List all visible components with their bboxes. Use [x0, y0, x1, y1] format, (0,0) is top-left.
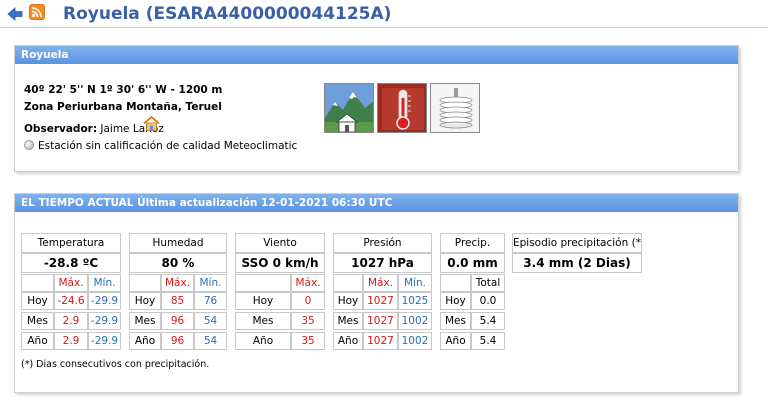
- row-label-ano: Año: [129, 332, 161, 350]
- pressure-max-hoy: 1027: [363, 292, 398, 310]
- humidity-current: 80 %: [129, 253, 227, 273]
- row-label-ano: Año: [333, 332, 363, 350]
- row-label-hoy: Hoy: [440, 292, 471, 310]
- precip-total-header: Total: [471, 274, 505, 292]
- humidity-max-hoy: 85: [161, 292, 194, 310]
- humidity-max-header: Máx.: [161, 274, 194, 292]
- pressure-max-mes: 1027: [363, 312, 398, 330]
- wind-max-mes: 35: [291, 312, 325, 330]
- quality-dot-icon: [24, 140, 34, 150]
- current-weather-title: EL TIEMPO ACTUAL Última actualización 12…: [15, 194, 738, 212]
- temperature-min-hoy: -29.9: [88, 292, 121, 310]
- empty-cell: [440, 274, 471, 292]
- pressure-current: 1027 hPa: [333, 253, 432, 273]
- precip-total-ano: 5.4: [471, 332, 505, 350]
- temperature-min-mes: -29.9: [88, 312, 121, 330]
- row-label-mes: Mes: [21, 312, 54, 330]
- row-label-hoy: Hoy: [129, 292, 161, 310]
- humidity-min-ano: 54: [194, 332, 227, 350]
- temperature-max-hoy: -24.6: [54, 292, 88, 310]
- row-label-mes: Mes: [235, 312, 291, 330]
- pressure-min-ano: 1002: [398, 332, 432, 350]
- pressure-max-ano: 1027: [363, 332, 398, 350]
- quality-status: Estación sin calificación de calidad Met…: [24, 140, 297, 152]
- precip-label: Precip.: [440, 233, 505, 253]
- precip-total-mes: 5.4: [471, 312, 505, 330]
- radiation-shield-image[interactable]: [430, 83, 480, 133]
- temperature-min-header: Mín.: [88, 274, 121, 292]
- humidity-label: Humedad: [129, 233, 227, 253]
- thermometer-image[interactable]: [377, 83, 427, 133]
- temperature-max-mes: 2.9: [54, 312, 88, 330]
- quality-text: Estación sin calificación de calidad Met…: [38, 140, 298, 152]
- row-label-mes: Mes: [129, 312, 161, 330]
- temperature-max-header: Máx.: [54, 274, 88, 292]
- pressure-min-hoy: 1025: [398, 292, 432, 310]
- wind-max-hoy: 0: [291, 292, 325, 310]
- episode-label: Episodio precipitación (*): [512, 233, 642, 253]
- row-label-ano: Año: [21, 332, 54, 350]
- mountain-house-image[interactable]: [324, 83, 374, 133]
- pressure-min-mes: 1002: [398, 312, 432, 330]
- station-panel-title: Royuela: [15, 46, 738, 64]
- empty-cell: [235, 274, 291, 292]
- header-divider: [0, 27, 768, 28]
- wind-label: Viento: [235, 233, 325, 253]
- temperature-min-ano: -29.9: [88, 332, 121, 350]
- home-icon[interactable]: [143, 115, 160, 131]
- rss-feed-icon[interactable]: [29, 4, 45, 20]
- page-header: Royuela (ESARA4400000044125A): [0, 0, 768, 30]
- row-label-mes: Mes: [333, 312, 363, 330]
- row-label-hoy: Hoy: [235, 292, 291, 310]
- arrow-left-icon[interactable]: [7, 6, 23, 22]
- wind-max-ano: 35: [291, 332, 325, 350]
- temperature-max-ano: 2.9: [54, 332, 88, 350]
- row-label-ano: Año: [235, 332, 291, 350]
- observer-label: Observador:: [24, 123, 98, 135]
- row-label-ano: Año: [440, 332, 471, 350]
- episode-value: 3.4 mm (2 Dias): [512, 253, 642, 273]
- precip-current: 0.0 mm: [440, 253, 505, 273]
- page-title: Royuela (ESARA4400000044125A): [63, 4, 392, 24]
- humidity-max-mes: 96: [161, 312, 194, 330]
- temperature-label: Temperatura: [21, 233, 121, 253]
- empty-cell: [333, 274, 363, 292]
- station-zone: Zona Periurbana Montaña, Teruel: [24, 101, 222, 113]
- current-weather-panel: EL TIEMPO ACTUAL Última actualización 12…: [14, 193, 739, 393]
- humidity-min-hoy: 76: [194, 292, 227, 310]
- temperature-current: -28.8 ºC: [21, 253, 121, 273]
- empty-cell: [129, 274, 161, 292]
- humidity-min-header: Mín.: [194, 274, 227, 292]
- station-panel: Royuela 40º 22' 5'' N 1º 30' 6'' W - 120…: [14, 45, 739, 172]
- row-label-hoy: Hoy: [333, 292, 363, 310]
- humidity-max-ano: 96: [161, 332, 194, 350]
- precip-total-hoy: 0.0: [471, 292, 505, 310]
- wind-max-header: Máx.: [291, 274, 325, 292]
- humidity-min-mes: 54: [194, 312, 227, 330]
- empty-cell: [21, 274, 54, 292]
- row-label-mes: Mes: [440, 312, 471, 330]
- pressure-max-header: Máx.: [363, 274, 398, 292]
- station-coordinates: 40º 22' 5'' N 1º 30' 6'' W - 1200 m: [24, 84, 223, 96]
- wind-current: SSO 0 km/h: [235, 253, 325, 273]
- footnote: (*) Dias consecutivos con precipitación.: [21, 359, 210, 370]
- pressure-label: Presión: [333, 233, 432, 253]
- pressure-min-header: Mín.: [398, 274, 432, 292]
- row-label-hoy: Hoy: [21, 292, 54, 310]
